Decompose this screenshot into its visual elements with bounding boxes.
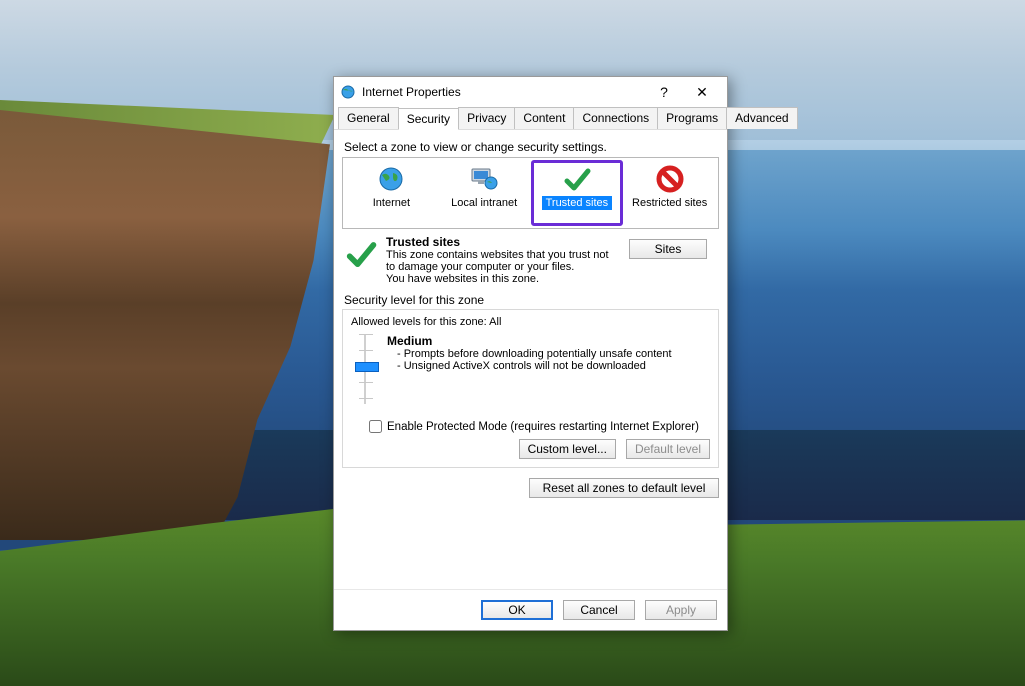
security-level-bullet: - Prompts before downloading potentially…	[387, 348, 672, 360]
internet-properties-dialog: Internet Properties ? ✕ General Security…	[333, 76, 728, 631]
security-level-box: Allowed levels for this zone: All Medium…	[342, 309, 719, 468]
zone-detail-desc: This zone contains websites that you tru…	[386, 249, 619, 273]
close-button[interactable]: ✕	[683, 80, 721, 104]
zone-local-intranet[interactable]: Local intranet	[440, 162, 529, 224]
protected-mode-checkbox[interactable]	[369, 420, 382, 433]
checkmark-icon	[562, 164, 592, 194]
dialog-footer: OK Cancel Apply	[334, 589, 727, 630]
security-level-slider[interactable]	[351, 332, 379, 410]
security-level-bullet: - Unsigned ActiveX controls will not be …	[387, 360, 672, 372]
allowed-levels-label: Allowed levels for this zone: All	[351, 316, 710, 328]
tab-privacy[interactable]: Privacy	[458, 107, 515, 129]
zone-trusted-sites[interactable]: Trusted sites	[533, 162, 622, 224]
tab-strip: General Security Privacy Content Connect…	[334, 107, 727, 130]
window-title: Internet Properties	[362, 85, 645, 99]
reset-all-zones-button[interactable]: Reset all zones to default level	[529, 478, 719, 498]
zone-detail-desc2: You have websites in this zone.	[386, 273, 619, 285]
default-level-button: Default level	[626, 439, 710, 459]
cancel-button[interactable]: Cancel	[563, 600, 635, 620]
monitor-globe-icon	[469, 164, 499, 194]
zone-label: Internet	[369, 196, 414, 210]
checkmark-icon	[342, 235, 380, 285]
help-button[interactable]: ?	[645, 80, 683, 104]
zone-label: Trusted sites	[542, 196, 613, 210]
protected-mode-checkbox-row[interactable]: Enable Protected Mode (requires restarti…	[369, 420, 710, 433]
zone-list: Internet Local intranet	[342, 157, 719, 229]
sites-button[interactable]: Sites	[629, 239, 707, 259]
titlebar[interactable]: Internet Properties ? ✕	[334, 77, 727, 107]
zone-instruction: Select a zone to view or change security…	[344, 140, 717, 154]
tab-advanced[interactable]: Advanced	[726, 107, 797, 129]
security-level-name: Medium	[387, 334, 432, 348]
zone-detail-title: Trusted sites	[386, 235, 619, 249]
security-level-label: Security level for this zone	[344, 293, 719, 307]
apply-button: Apply	[645, 600, 717, 620]
zone-label: Local intranet	[447, 196, 521, 210]
internet-options-icon	[340, 84, 356, 100]
tab-programs[interactable]: Programs	[657, 107, 727, 129]
zone-internet[interactable]: Internet	[347, 162, 436, 224]
protected-mode-label: Enable Protected Mode (requires restarti…	[387, 421, 699, 433]
tab-content[interactable]: Content	[514, 107, 574, 129]
tab-security[interactable]: Security	[398, 108, 459, 130]
ok-button[interactable]: OK	[481, 600, 553, 620]
zone-detail: Trusted sites This zone contains website…	[342, 233, 719, 287]
globe-icon	[377, 164, 405, 194]
zone-restricted-sites[interactable]: Restricted sites	[625, 162, 714, 224]
no-entry-icon	[656, 164, 684, 194]
tab-connections[interactable]: Connections	[573, 107, 658, 129]
zone-label: Restricted sites	[628, 196, 711, 210]
security-tab-body: Select a zone to view or change security…	[334, 130, 727, 589]
custom-level-button[interactable]: Custom level...	[519, 439, 616, 459]
tab-general[interactable]: General	[338, 107, 399, 129]
